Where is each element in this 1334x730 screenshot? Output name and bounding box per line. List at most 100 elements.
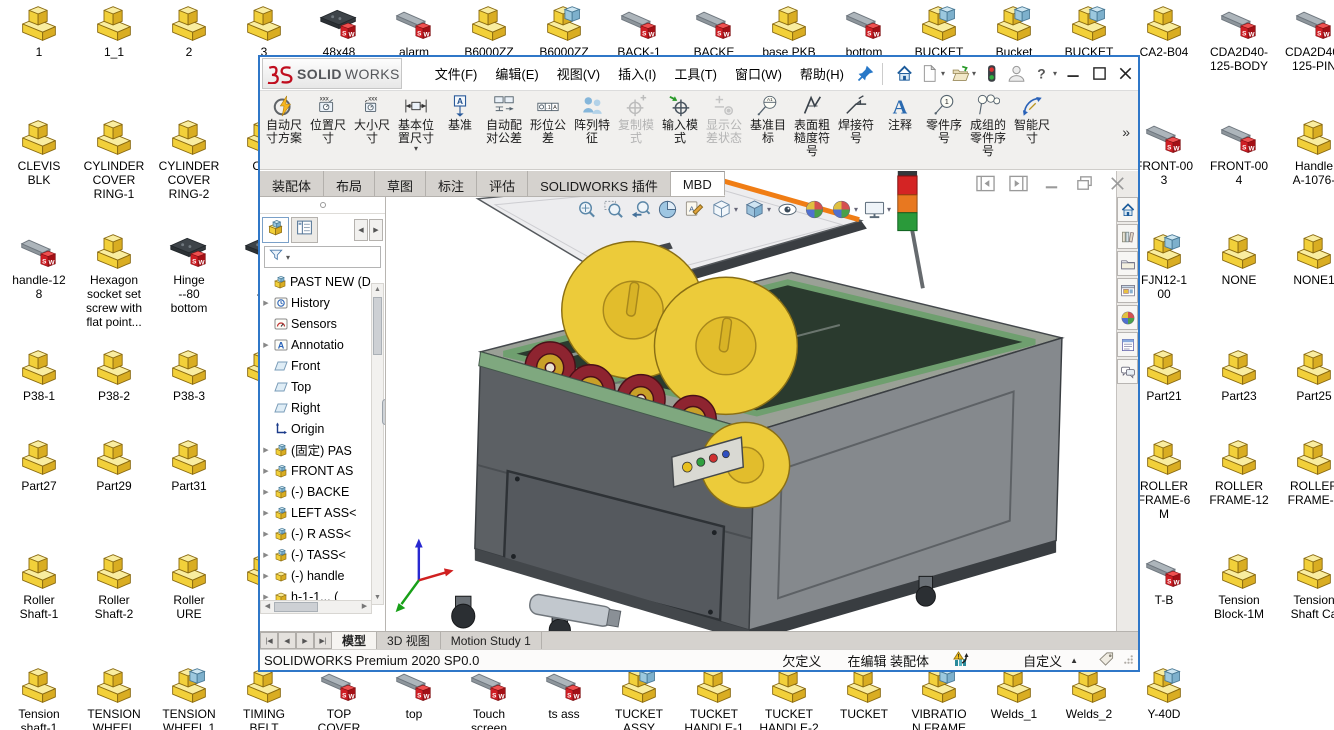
dropdown-arrow-icon[interactable]: ▾ [1053,69,1057,78]
tree-item-right[interactable]: Right [260,397,385,418]
ribbon-button-import-scheme[interactable]: 输入模式 [658,94,702,169]
expand-arrow-icon[interactable]: ▶ [261,551,271,559]
hide-show-items-icon[interactable] [775,197,800,222]
desktop-icon[interactable]: S W Hinge --80 bottom [153,230,225,315]
desktop-icon[interactable]: S Wts ass [528,664,600,721]
tree-root-item[interactable]: PAST NEW (D [260,271,385,292]
dropdown-arrow-icon[interactable]: ▾ [854,205,858,214]
desktop-icon[interactable]: BUCKET [1053,2,1125,59]
dropdown-arrow-icon[interactable]: ▾ [941,69,945,78]
model-tab-模型[interactable]: 模型 [332,632,378,649]
ribbon-button-weld-symbol[interactable]: 焊接符号 [834,94,878,169]
command-tab-评估[interactable]: 评估 [477,171,529,196]
next-tab-button[interactable]: ▶ [296,632,314,649]
desktop-icon[interactable]: CYLINDER COVER RING-2 [153,116,225,201]
home-icon[interactable] [1117,197,1138,222]
ribbon-button-auto-pair-tolerance[interactable]: 自动配 对公差 [482,94,526,169]
display-style-icon[interactable] [742,197,767,222]
pane-restore-icon[interactable] [1074,174,1095,198]
ribbon-button-datum[interactable]: A 基准 [438,94,482,169]
menu-item[interactable]: 文件(F) [426,59,487,88]
desktop-icon[interactable]: SWCDA2D40- 125-PIN [1278,2,1334,73]
minimize-icon[interactable] [1060,61,1086,86]
close-icon[interactable] [1112,61,1138,86]
desktop-icon[interactable]: Part29 [78,436,150,493]
file-explorer-icon[interactable] [1117,251,1138,276]
scroll-thumb-h[interactable] [274,602,318,612]
tree-item-front[interactable]: Front [260,355,385,376]
open-icon[interactable] [948,61,973,86]
tree-horizontal-scrollbar[interactable]: ◀ ▶ [260,600,372,614]
expand-arrow-icon[interactable]: ▶ [261,299,271,307]
maximize-icon[interactable] [1086,61,1112,86]
desktop-icon[interactable]: NONE [1203,230,1275,287]
desktop-icon[interactable]: NONE1 [1278,230,1334,287]
desktop-icon[interactable]: Part23 [1203,346,1275,403]
desktop-icon[interactable]: S Walarm [378,2,450,59]
expand-arrow-icon[interactable]: ▶ [261,341,271,349]
model-tab-3d-视图[interactable]: 3D 视图 [377,632,441,649]
tree-scroll-right-button[interactable]: ▶ [369,219,383,241]
edit-appearance-icon[interactable] [802,197,827,222]
tree-item-固定pas[interactable]: ▶ (固定) PAS [260,439,385,460]
previous-view-icon[interactable] [628,197,653,222]
zoom-to-fit-icon[interactable] [574,197,599,222]
dropdown-arrow-icon[interactable]: ▾ [767,205,771,214]
tree-item--backe[interactable]: ▶ (-) BACKE [260,481,385,502]
tree-filter[interactable]: ▾ [264,246,381,268]
desktop-icon[interactable]: B6000ZZ [528,2,600,59]
user-forum-icon[interactable] [1117,359,1138,384]
ribbon-button-auto-dimension-scheme[interactable]: 自动尺 寸方案 [262,94,306,169]
pane-minimize-icon[interactable] [1041,174,1062,198]
first-tab-button[interactable]: |◀ [260,632,278,649]
desktop-icon[interactable]: TUCKET ASSY [603,664,675,730]
desktop-icon[interactable]: S W FRONT-00 4 [1203,116,1275,187]
ribbon-button-datum-target[interactable]: A1 基准目标 [746,94,790,169]
pane-right-icon[interactable] [1008,174,1029,198]
zoom-to-area-icon[interactable] [601,197,626,222]
view-orientation-icon[interactable] [709,197,734,222]
dropdown-arrow-icon[interactable]: ▾ [396,145,436,153]
previous-tab-button[interactable]: ◀ [278,632,296,649]
ribbon-button-location-dimension[interactable]: xxx 位置尺寸 [306,94,350,169]
section-view-icon[interactable] [655,197,680,222]
command-tab-布局[interactable]: 布局 [324,171,376,196]
desktop-icon[interactable]: base PKB [753,2,825,59]
tree-item-sensors[interactable]: Sensors [260,313,385,334]
desktop-icon[interactable]: P38-3 [153,346,225,403]
3d-drawing-view-icon[interactable]: A [682,197,707,222]
dropdown-arrow-icon[interactable]: ▾ [972,69,976,78]
desktop-icon[interactable]: BUCKET [903,2,975,59]
menu-item[interactable]: 窗口(W) [726,59,791,88]
machine-3d-model[interactable] [386,171,1116,631]
desktop-icon[interactable]: TUCKET HANDLE-1 [678,664,750,730]
expand-arrow-icon[interactable]: ▶ [261,509,271,517]
command-tab-solidworks-插件[interactable]: SOLIDWORKS 插件 [528,171,671,196]
menu-item[interactable]: 工具(T) [665,59,726,88]
desktop-icon[interactable]: Welds_1 [978,664,1050,721]
desktop-icon[interactable]: S W BACK-1 [603,2,675,59]
expand-arrow-icon[interactable]: ▶ [261,446,271,454]
ribbon-button-smart-dimension[interactable]: 智能尺寸 [1010,94,1054,169]
panel-collapse-row[interactable] [260,197,385,214]
expand-arrow-icon[interactable]: ▶ [261,530,271,538]
ribbon-button-surface-finish[interactable]: 表面粗 糙度符号 [790,94,834,169]
statusbar-caret-icon[interactable]: ▲ [1070,656,1078,665]
desktop-icon[interactable]: Part31 [153,436,225,493]
desktop-icon[interactable]: Tension Shaft Ca [1278,550,1334,621]
desktop-icon[interactable]: Part27 [3,436,75,493]
desktop-icon[interactable]: Y-40D [1128,664,1200,721]
graphics-viewport[interactable]: A ▾ ▾ ▾ ▾ [386,171,1116,631]
desktop-icon[interactable]: TENSION WHEEL [78,664,150,730]
last-tab-button[interactable]: ▶| [314,632,332,649]
view-settings-icon[interactable] [862,197,887,222]
desktop-icon[interactable]: VIBRATIO N FRAME [903,664,975,730]
desktop-icon[interactable]: Part25 [1278,346,1334,403]
expand-arrow-icon[interactable]: ▶ [261,572,271,580]
desktop-icon[interactable]: S Wtop [378,664,450,721]
tree-item-top[interactable]: Top [260,376,385,397]
desktop-icon[interactable]: S W CDA2D40- 125-BODY [1203,2,1275,73]
dropdown-arrow-icon[interactable]: ▾ [887,205,891,214]
scroll-left-icon[interactable]: ◀ [261,601,274,613]
menu-item[interactable]: 编辑(E) [486,59,547,88]
